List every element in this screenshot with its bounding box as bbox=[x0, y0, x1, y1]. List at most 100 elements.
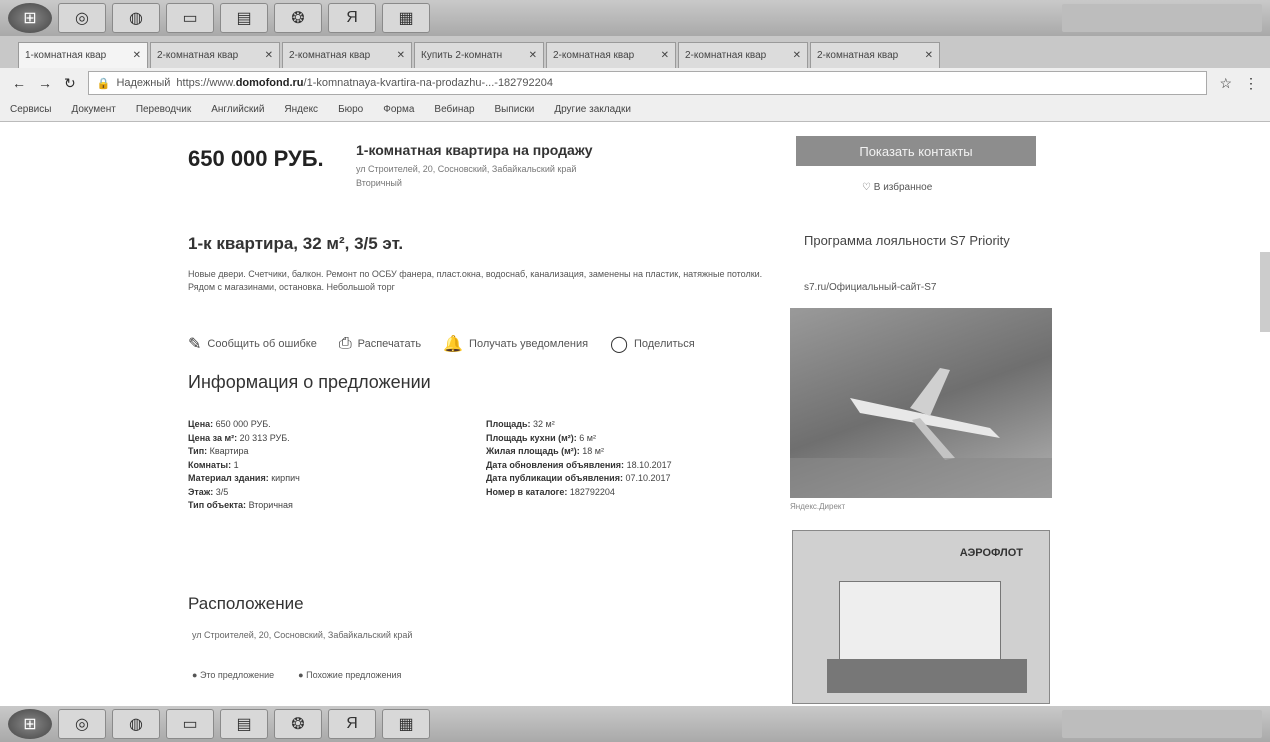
bookmark-item[interactable]: Форма bbox=[383, 104, 414, 115]
info-row: Цена: 650 000 РУБ. bbox=[188, 419, 271, 429]
tab-label: 1-комнатная квар bbox=[25, 50, 107, 61]
info-row: Комнаты: 1 bbox=[188, 459, 239, 470]
taskbar-media[interactable]: ❂ bbox=[274, 709, 322, 739]
media-icon: ❂ bbox=[291, 716, 305, 733]
info-left: Цена: 650 000 РУБ. Цена за м²: 20 313 РУ… bbox=[188, 418, 300, 513]
bookmark-item[interactable]: Яндекс bbox=[284, 104, 318, 115]
info-row: Тип объекта: Вторичная bbox=[188, 500, 293, 510]
heart-icon: ♡ bbox=[862, 182, 871, 193]
taskbar-browser[interactable]: ◍ bbox=[112, 709, 160, 739]
info-row: Тип: Квартира bbox=[188, 446, 249, 456]
tab-2[interactable]: 2-комнатная квар ✕ bbox=[150, 42, 280, 68]
address-bar: ← → ↻ 🔒 Надежный https://www.domofond.ru… bbox=[0, 68, 1270, 98]
start-button[interactable]: ⊞ bbox=[8, 3, 52, 33]
back-icon[interactable]: ← bbox=[12, 75, 26, 91]
bookmarks-bar: Сервисы Документ Переводчик Английский Я… bbox=[0, 98, 1270, 122]
taskbar-window[interactable]: ▭ bbox=[166, 3, 214, 33]
star-icon[interactable]: ☆ bbox=[1219, 75, 1232, 92]
info-row: Жилая площадь (м²): 18 м² bbox=[486, 446, 604, 456]
menu-icon[interactable]: ⋮ bbox=[1244, 75, 1258, 92]
page-scrollbar[interactable] bbox=[1260, 252, 1270, 332]
bookmark-item[interactable]: Другие закладки bbox=[554, 104, 631, 115]
taskbar-chrome[interactable]: ◎ bbox=[58, 3, 106, 33]
close-icon[interactable]: ✕ bbox=[529, 50, 537, 61]
share-link[interactable]: ◯ Поделиться bbox=[610, 334, 695, 354]
taskbar-explorer[interactable]: ▤ bbox=[220, 709, 268, 739]
listing-heading: 1-к квартира, 32 м², 3/5 эт. bbox=[188, 234, 404, 253]
bookmark-item[interactable]: Сервисы bbox=[10, 104, 51, 115]
folder-icon: ▤ bbox=[236, 10, 252, 27]
tab-label: 2-комнатная квар bbox=[289, 50, 371, 61]
folder-icon: ▤ bbox=[236, 716, 252, 733]
taskbar-window[interactable]: ▭ bbox=[166, 709, 214, 739]
tab-1[interactable]: 1-комнатная квар ✕ bbox=[18, 42, 148, 68]
url-input[interactable]: 🔒 Надежный https://www.domofond.ru/1-kom… bbox=[87, 71, 1208, 95]
secure-label: Надежный bbox=[116, 77, 171, 89]
close-icon[interactable]: ✕ bbox=[397, 50, 405, 61]
bookmark-item[interactable]: Вебинар bbox=[434, 104, 474, 115]
system-tray bbox=[1062, 710, 1262, 738]
notify-link[interactable]: 🔔 Получать уведомления bbox=[443, 334, 588, 354]
lock-icon: 🔒 bbox=[96, 77, 111, 90]
tab-label: Купить 2-комнатн bbox=[421, 50, 503, 61]
start-button[interactable]: ⊞ bbox=[8, 709, 52, 739]
favorite-link[interactable]: ♡ В избранное bbox=[862, 182, 932, 193]
tab-5[interactable]: 2-комнатная квар ✕ bbox=[546, 42, 676, 68]
forward-icon[interactable]: → bbox=[38, 75, 52, 91]
promo-link[interactable]: s7.ru/Официальный-сайт-S7 bbox=[804, 282, 936, 293]
print-icon: ⎙ bbox=[338, 335, 352, 352]
info-row: Цена за м²: 20 313 РУБ. bbox=[188, 432, 290, 443]
report-error-link[interactable]: ✎ Сообщить об ошибке bbox=[188, 334, 317, 354]
taskbar-explorer[interactable]: ▤ bbox=[220, 3, 268, 33]
share-icon: ◯ bbox=[610, 336, 628, 353]
location-address: ул Строителей, 20, Сосновский, Забайкаль… bbox=[192, 630, 413, 640]
bookmark-item[interactable]: Переводчик bbox=[136, 104, 191, 115]
tab-4[interactable]: Купить 2-комнатн ✕ bbox=[414, 42, 544, 68]
tab-3[interactable]: 2-комнатная квар ✕ bbox=[282, 42, 412, 68]
show-contacts-button[interactable]: Показать контакты bbox=[796, 136, 1036, 166]
close-icon[interactable]: ✕ bbox=[793, 50, 801, 61]
tab-6[interactable]: 2-комнатная квар ✕ bbox=[678, 42, 808, 68]
app-icon: ▦ bbox=[398, 716, 414, 733]
ad-logo: АЭРОФЛОТ bbox=[959, 547, 1023, 559]
tab-7[interactable]: 2-комнатная квар ✕ bbox=[810, 42, 940, 68]
taskbar-app[interactable]: ▦ bbox=[382, 3, 430, 33]
map-links: ● Это предложение ● Похожие предложения bbox=[192, 670, 401, 680]
taskbar-yandex[interactable]: Я bbox=[328, 3, 376, 33]
close-icon[interactable]: ✕ bbox=[133, 50, 141, 61]
pencil-icon: ✎ bbox=[188, 336, 202, 353]
ad-banner-calendar[interactable]: АЭРОФЛОТ bbox=[792, 530, 1050, 704]
reload-icon[interactable]: ↻ bbox=[64, 75, 76, 92]
taskbar-top: ⊞ ◎ ◍ ▭ ▤ ❂ Я ▦ bbox=[0, 0, 1270, 36]
print-link[interactable]: ⎙ Распечатать bbox=[339, 334, 421, 354]
bookmark-item[interactable]: Английский bbox=[211, 104, 264, 115]
info-row: Материал здания: кирпич bbox=[188, 473, 300, 483]
this-offer-link[interactable]: ● Это предложение bbox=[192, 670, 274, 680]
listing-type: Вторичный bbox=[356, 178, 402, 188]
ad-banner-airplane[interactable] bbox=[790, 308, 1052, 498]
page-content: 650 000 РУБ. 1-комнатная квартира на про… bbox=[0, 122, 1270, 706]
browser-icon: ◍ bbox=[129, 716, 143, 733]
info-heading: Информация о предложении bbox=[188, 372, 431, 392]
taskbar-media[interactable]: ❂ bbox=[274, 3, 322, 33]
app-icon: ▦ bbox=[398, 10, 414, 27]
chrome-icon: ◎ bbox=[75, 716, 89, 733]
bookmark-item[interactable]: Документ bbox=[71, 104, 115, 115]
listing-address: ул Строителей, 20, Сосновский, Забайкаль… bbox=[356, 164, 577, 174]
bookmark-item[interactable]: Выписки bbox=[495, 104, 535, 115]
tab-strip: 1-комнатная квар ✕ 2-комнатная квар ✕ 2-ко… bbox=[0, 36, 1270, 68]
close-icon[interactable]: ✕ bbox=[661, 50, 669, 61]
close-icon[interactable]: ✕ bbox=[925, 50, 933, 61]
location-heading: Расположение bbox=[188, 594, 304, 613]
window-icon: ▭ bbox=[182, 10, 198, 27]
bookmark-item[interactable]: Бюро bbox=[338, 104, 363, 115]
taskbar-yandex[interactable]: Я bbox=[328, 709, 376, 739]
close-icon[interactable]: ✕ bbox=[265, 50, 273, 61]
promo-title[interactable]: Программа лояльности S7 Priority bbox=[804, 232, 1034, 249]
taskbar-app[interactable]: ▦ bbox=[382, 709, 430, 739]
similar-offers-link[interactable]: ● Похожие предложения bbox=[298, 670, 401, 680]
taskbar-chrome[interactable]: ◎ bbox=[58, 709, 106, 739]
info-row: Дата обновления объявления: 18.10.2017 bbox=[486, 459, 672, 470]
taskbar-browser[interactable]: ◍ bbox=[112, 3, 160, 33]
info-row: Дата публикации объявления: 07.10.2017 bbox=[486, 473, 671, 483]
